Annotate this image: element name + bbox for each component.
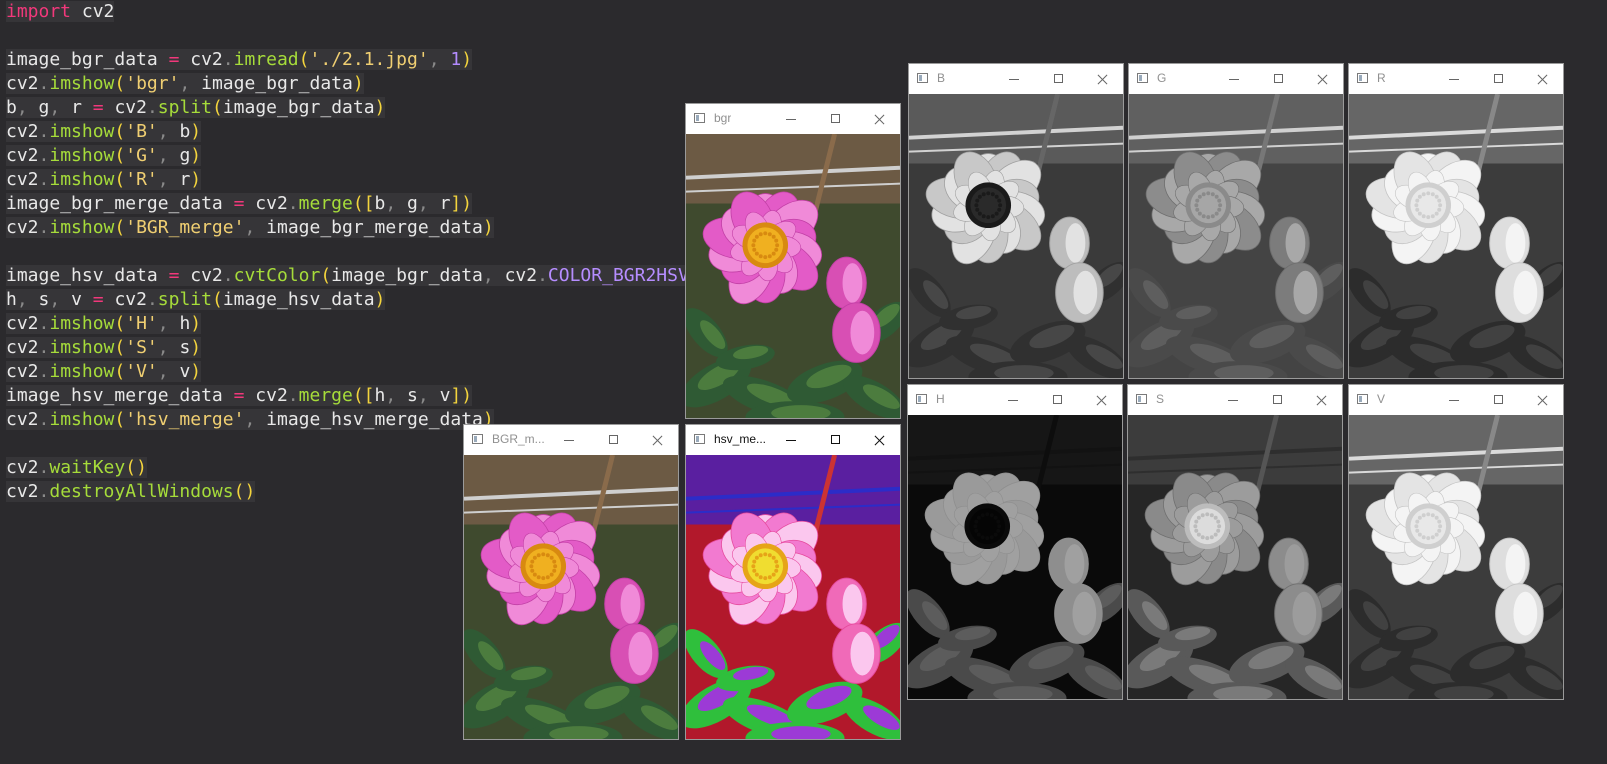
- minimize-icon[interactable]: [1223, 68, 1245, 90]
- window-title: H: [936, 392, 945, 406]
- image-canvas: [1349, 415, 1563, 699]
- image-canvas: [1129, 94, 1343, 378]
- window-title: V: [1377, 392, 1386, 406]
- close-icon[interactable]: [1310, 389, 1332, 411]
- maximize-icon[interactable]: [1488, 68, 1510, 90]
- minimize-icon[interactable]: [780, 108, 802, 130]
- code-line[interactable]: cv2.imshow('S', s): [6, 336, 700, 360]
- minimize-icon[interactable]: [1003, 68, 1025, 90]
- code-line[interactable]: cv2.imshow('V', v): [6, 360, 700, 384]
- image-canvas: [909, 94, 1123, 378]
- image-canvas: [908, 415, 1122, 699]
- code-line[interactable]: [6, 24, 700, 48]
- code-line[interactable]: image_hsv_data = cv2.cvtColor(image_bgr_…: [6, 264, 700, 288]
- code-line[interactable]: import cv2: [6, 0, 700, 24]
- app-window-icon: [694, 434, 705, 444]
- flower-image: [1349, 415, 1563, 699]
- minimize-icon[interactable]: [1443, 68, 1465, 90]
- code-line[interactable]: cv2.imshow('BGR_merge', image_bgr_merge_…: [6, 216, 700, 240]
- window-G[interactable]: G: [1128, 63, 1344, 379]
- image-canvas: [686, 455, 900, 739]
- minimize-icon[interactable]: [558, 429, 580, 451]
- close-icon[interactable]: [1091, 68, 1113, 90]
- code-line[interactable]: h, s, v = cv2.split(image_hsv_data): [6, 288, 700, 312]
- app-window-icon: [1136, 394, 1147, 404]
- maximize-icon[interactable]: [825, 429, 847, 451]
- window-R[interactable]: R: [1348, 63, 1564, 379]
- title-bar[interactable]: H: [908, 385, 1122, 415]
- minimize-icon[interactable]: [780, 429, 802, 451]
- window-B[interactable]: B: [908, 63, 1124, 379]
- code-line[interactable]: cv2.imshow('B', b): [6, 120, 700, 144]
- maximize-icon[interactable]: [603, 429, 625, 451]
- window-H[interactable]: H: [907, 384, 1123, 700]
- code-line[interactable]: cv2.imshow('bgr', image_bgr_data): [6, 72, 700, 96]
- maximize-icon[interactable]: [1267, 389, 1289, 411]
- code-line[interactable]: cv2.imshow('G', g): [6, 144, 700, 168]
- window-title: R: [1377, 71, 1386, 85]
- title-bar[interactable]: S: [1128, 385, 1342, 415]
- minimize-icon[interactable]: [1443, 389, 1465, 411]
- flower-image: [1128, 415, 1342, 699]
- title-bar[interactable]: hsv_me...: [686, 425, 900, 455]
- app-window-icon: [694, 113, 705, 123]
- image-canvas: [1349, 94, 1563, 378]
- flower-image: [909, 94, 1123, 378]
- code-line[interactable]: [6, 240, 700, 264]
- flower-image: [1349, 94, 1563, 378]
- code-line[interactable]: cv2.imshow('R', r): [6, 168, 700, 192]
- flower-image: [686, 134, 900, 418]
- flower-image: [1129, 94, 1343, 378]
- maximize-icon[interactable]: [1048, 68, 1070, 90]
- code-line[interactable]: image_bgr_data = cv2.imread('./2.1.jpg',…: [6, 48, 700, 72]
- title-bar[interactable]: bgr: [686, 104, 900, 134]
- app-window-icon: [472, 434, 483, 444]
- app-window-icon: [916, 394, 927, 404]
- title-bar[interactable]: G: [1129, 64, 1343, 94]
- app-window-icon: [1137, 73, 1148, 83]
- window-title: G: [1157, 71, 1167, 85]
- window-title: BGR_m...: [492, 432, 545, 446]
- title-bar[interactable]: B: [909, 64, 1123, 94]
- window-bgr-merge[interactable]: BGR_m...: [463, 424, 679, 740]
- close-icon[interactable]: [868, 429, 890, 451]
- window-hsv-merge[interactable]: hsv_me...: [685, 424, 901, 740]
- code-line[interactable]: cv2.imshow('H', h): [6, 312, 700, 336]
- window-title: bgr: [714, 111, 732, 125]
- flower-image: [908, 415, 1122, 699]
- minimize-icon[interactable]: [1002, 389, 1024, 411]
- close-icon[interactable]: [1531, 389, 1553, 411]
- window-S[interactable]: S: [1127, 384, 1343, 700]
- title-bar[interactable]: V: [1349, 385, 1563, 415]
- code-line[interactable]: b, g, r = cv2.split(image_bgr_data): [6, 96, 700, 120]
- image-canvas: [464, 455, 678, 739]
- maximize-icon[interactable]: [825, 108, 847, 130]
- window-title: hsv_me...: [714, 432, 767, 446]
- image-canvas: [686, 134, 900, 418]
- close-icon[interactable]: [868, 108, 890, 130]
- flower-image: [464, 455, 678, 739]
- code-line[interactable]: image_hsv_merge_data = cv2.merge([h, s, …: [6, 384, 700, 408]
- close-icon[interactable]: [1090, 389, 1112, 411]
- window-title: B: [937, 71, 946, 85]
- window-V[interactable]: V: [1348, 384, 1564, 700]
- window-bgr[interactable]: bgr: [685, 103, 901, 419]
- window-title: S: [1156, 392, 1165, 406]
- app-window-icon: [1357, 394, 1368, 404]
- flower-image: [686, 455, 900, 739]
- title-bar[interactable]: BGR_m...: [464, 425, 678, 455]
- image-canvas: [1128, 415, 1342, 699]
- close-icon[interactable]: [1311, 68, 1333, 90]
- title-bar[interactable]: R: [1349, 64, 1563, 94]
- close-icon[interactable]: [1531, 68, 1553, 90]
- app-window-icon: [1357, 73, 1368, 83]
- close-icon[interactable]: [646, 429, 668, 451]
- minimize-icon[interactable]: [1222, 389, 1244, 411]
- maximize-icon[interactable]: [1488, 389, 1510, 411]
- code-line[interactable]: image_bgr_merge_data = cv2.merge([b, g, …: [6, 192, 700, 216]
- app-window-icon: [917, 73, 928, 83]
- maximize-icon[interactable]: [1047, 389, 1069, 411]
- maximize-icon[interactable]: [1268, 68, 1290, 90]
